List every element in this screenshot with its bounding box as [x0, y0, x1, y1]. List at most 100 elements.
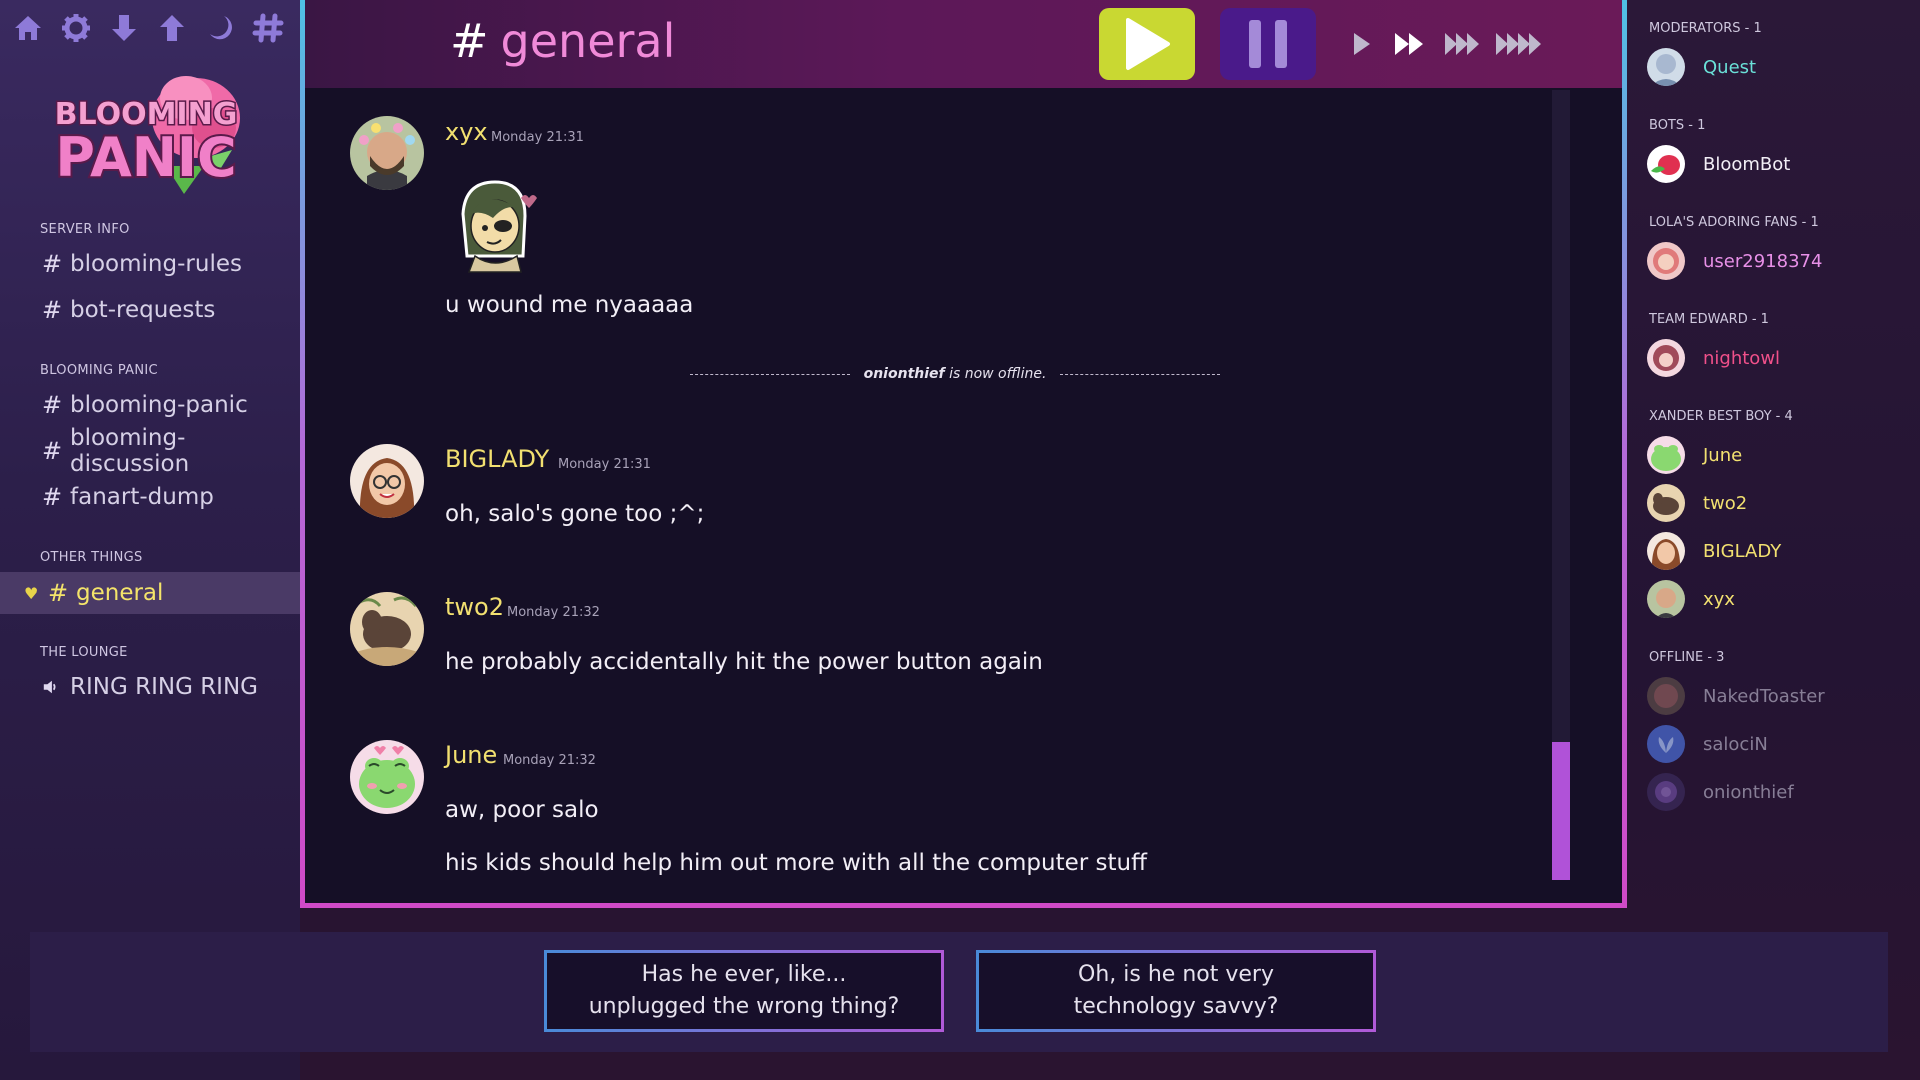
sidebar: BLOOMING PANIC SERVER INFO # blooming-ru… [0, 0, 300, 1080]
timestamp: Monday 21:32 [507, 605, 600, 620]
hash-icon: # [42, 437, 63, 465]
divider [1060, 373, 1221, 375]
svg-text:PANIC: PANIC [55, 126, 236, 189]
member-item[interactable]: two2 [1647, 483, 1747, 523]
avatar [1647, 580, 1685, 618]
member-group-title: OFFLINE - 3 [1649, 650, 1725, 665]
top-toolbar [8, 8, 288, 48]
avatar [1647, 532, 1685, 570]
gear-icon[interactable] [56, 8, 96, 48]
hash-icon: # [450, 14, 489, 68]
timestamp: Monday 21:32 [503, 753, 596, 768]
pause-icon [1275, 20, 1287, 68]
username[interactable]: BIGLADY [445, 445, 549, 473]
play-icon [1354, 33, 1370, 55]
member-name: user2918374 [1703, 250, 1823, 272]
member-item[interactable]: BIGLADY [1647, 531, 1781, 571]
member-item[interactable]: NakedToaster [1647, 676, 1825, 716]
avatar[interactable] [350, 444, 424, 518]
avatar[interactable] [350, 740, 424, 814]
member-name: two2 [1703, 492, 1748, 514]
chat-panel: # general xyx Monday 21:31 u wound me ny… [300, 0, 1627, 908]
hash-icon: # [42, 483, 63, 511]
hash-icon[interactable] [248, 8, 288, 48]
scrollbar-thumb[interactable] [1552, 742, 1570, 880]
play-button[interactable] [1099, 8, 1195, 80]
channel-title: # general [450, 14, 675, 68]
category-server-info: SERVER INFO [40, 222, 130, 237]
channel-bot-requests[interactable]: # bot-requests [42, 290, 215, 330]
member-item[interactable]: xyx [1647, 579, 1735, 619]
choice-button-1[interactable]: Has he ever, like... unplugged the wrong… [544, 950, 944, 1032]
fast-forward-icon [1496, 33, 1541, 55]
choice-button-2[interactable]: Oh, is he not very technology savvy? [976, 950, 1376, 1032]
divider [690, 373, 850, 375]
member-name: BIGLADY [1703, 540, 1782, 562]
pause-button[interactable] [1220, 8, 1316, 80]
username[interactable]: two2 [445, 593, 504, 621]
speed-3x-button[interactable] [1443, 28, 1483, 60]
home-icon[interactable] [8, 8, 48, 48]
heart-icon: ♥ [24, 583, 39, 603]
member-group-title: LOLA'S ADORING FANS - 1 [1649, 215, 1819, 230]
member-name: Quest [1703, 56, 1757, 78]
channel-blooming-rules[interactable]: # blooming-rules [42, 244, 242, 284]
member-name: June [1703, 444, 1743, 466]
channel-label: blooming-panic [70, 392, 248, 418]
channel-label: general [76, 580, 164, 606]
avatar [1647, 145, 1685, 183]
avatar[interactable] [350, 592, 424, 666]
scrollbar[interactable] [1552, 90, 1570, 880]
member-item[interactable]: BloomBot [1647, 144, 1790, 184]
chat-header: # general [305, 0, 1622, 88]
channel-blooming-panic[interactable]: # blooming-panic [42, 385, 248, 425]
member-list: MODERATORS - 1 Quest BOTS - 1 BloomBot L… [1627, 0, 1920, 908]
moon-icon[interactable] [200, 8, 240, 48]
member-name: salociN [1703, 733, 1768, 755]
channel-ring-ring-ring[interactable]: RING RING RING [42, 667, 258, 707]
fast-forward-icon [1445, 33, 1479, 55]
arrow-up-icon[interactable] [152, 8, 192, 48]
timestamp: Monday 21:31 [558, 457, 651, 472]
member-item[interactable]: salociN [1647, 724, 1768, 764]
member-name: NakedToaster [1703, 685, 1825, 707]
channel-label: bot-requests [70, 297, 216, 323]
channel-general[interactable]: ♥ # general [0, 572, 300, 614]
category-other-things: OTHER THINGS [40, 550, 143, 565]
hash-icon: # [48, 579, 69, 607]
message-list: xyx Monday 21:31 u wound me nyaaaaa onio… [305, 88, 1575, 903]
member-name: xyx [1703, 588, 1735, 610]
channel-blooming-discussion[interactable]: # blooming-discussion [42, 425, 300, 477]
speed-4x-button[interactable] [1494, 28, 1546, 60]
arrow-down-icon[interactable] [104, 8, 144, 48]
channel-label: blooming-discussion [70, 425, 190, 477]
speed-1x-button[interactable] [1352, 28, 1372, 60]
fast-forward-icon [1395, 33, 1423, 55]
avatar [1647, 773, 1685, 811]
member-item[interactable]: June [1647, 435, 1742, 475]
member-group-title: TEAM EDWARD - 1 [1649, 312, 1769, 327]
avatar [1647, 484, 1685, 522]
member-item[interactable]: nightowl [1647, 338, 1780, 378]
system-text: is now offline. [949, 366, 1047, 382]
category-blooming-panic: BLOOMING PANIC [40, 363, 158, 378]
member-name: BloomBot [1703, 153, 1791, 175]
member-item[interactable]: user2918374 [1647, 241, 1822, 281]
speaker-icon [43, 680, 56, 694]
speed-2x-button[interactable] [1393, 28, 1427, 60]
avatar[interactable] [350, 116, 424, 190]
username[interactable]: June [445, 741, 497, 769]
member-name: nightowl [1703, 347, 1781, 369]
dialogue-choice-bar: Has he ever, like... unplugged the wrong… [30, 932, 1888, 1052]
member-group-title: XANDER BEST BOY - 4 [1649, 409, 1793, 424]
channel-fanart-dump[interactable]: # fanart-dump [42, 477, 214, 517]
message-text: his kids should help him out more with a… [445, 850, 1147, 876]
category-the-lounge: THE LOUNGE [40, 645, 128, 660]
member-item[interactable]: onionthief [1647, 772, 1794, 812]
hash-icon: # [42, 296, 63, 324]
blooming-panic-logo: BLOOMING PANIC [53, 76, 240, 194]
hash-icon: # [42, 391, 63, 419]
username[interactable]: xyx [445, 118, 488, 146]
member-item[interactable]: Quest [1647, 47, 1756, 87]
channel-label: blooming-rules [70, 251, 242, 277]
